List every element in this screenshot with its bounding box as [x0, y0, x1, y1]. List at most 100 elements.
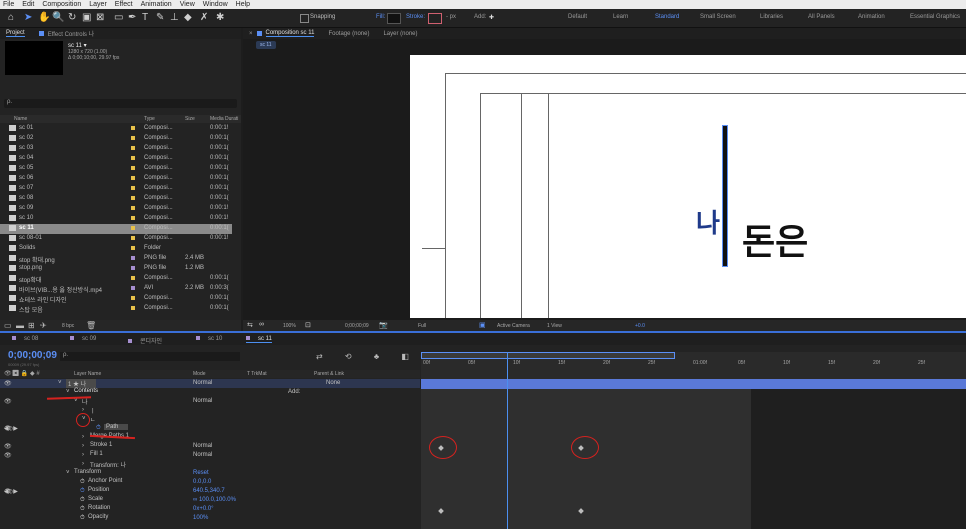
timeline-row[interactable]: › Transform: 나 [0, 460, 420, 469]
layer-row-name[interactable]: Scale [88, 496, 103, 502]
layer-row-name[interactable]: ㄴ [90, 415, 96, 424]
work-area-bar[interactable] [421, 352, 675, 359]
project-item[interactable]: sc 08-01 Composi... 0:00:1! [0, 234, 232, 244]
visibility-eye-icon[interactable]: 👁 [4, 380, 12, 387]
project-item[interactable]: 스탑 모음 Composi... 0:00:1( [0, 304, 232, 314]
row-mode-value[interactable]: Reset [193, 470, 209, 476]
tab-footage[interactable]: Footage (none) [328, 31, 369, 37]
layer-row-name[interactable]: Rotation [88, 505, 110, 511]
views-dropdown[interactable]: 1 View [547, 323, 562, 329]
twirl-icon[interactable]: ˅ [74, 398, 78, 404]
camera-tool-icon[interactable]: ▣ [82, 12, 91, 23]
brush-tool-icon[interactable]: ✎ [156, 12, 164, 23]
project-item[interactable]: Solids Folder [0, 244, 232, 254]
pan-behind-icon[interactable]: ⊠ [96, 12, 104, 23]
twirl-icon[interactable]: › [82, 452, 84, 458]
layer-row-name[interactable]: Transform: 나 [90, 460, 126, 469]
project-item[interactable]: sc 05 Composi... 0:00:1( [0, 164, 232, 174]
label-color[interactable] [131, 176, 135, 180]
timeline-row[interactable]: 👁 › Stroke 1 Normal [0, 442, 420, 451]
workspace-3[interactable]: Small Screen [700, 14, 736, 20]
bit-depth-button[interactable]: 8 bpc [62, 323, 74, 329]
col-duration[interactable]: Media Durati [210, 116, 238, 122]
label-color[interactable] [131, 146, 135, 150]
keyframe-nav-icon[interactable]: ◀◇▶ [4, 488, 18, 495]
row-mode-value[interactable]: 640.5,340.7 [193, 488, 225, 494]
visibility-eye-icon[interactable]: 👁 [4, 443, 12, 450]
timeline-row[interactable]: ›Merge Paths 1 [0, 433, 420, 442]
stopwatch-icon[interactable]: ⏱ [80, 506, 85, 513]
visibility-eye-icon[interactable]: 👁 [4, 452, 12, 459]
layer-row-name[interactable]: Stroke 1 [90, 442, 112, 448]
timeline-row[interactable]: ⏱ Scale ∞ 100.0,100.0% [0, 496, 420, 505]
type-tool-icon[interactable]: T [142, 12, 148, 23]
stroke-width[interactable]: - px [446, 14, 456, 20]
timeline-search-input[interactable]: ρ. [60, 352, 240, 361]
workspace-4[interactable]: Libraries [760, 14, 783, 20]
layer-row-name[interactable]: ㅣ [90, 406, 96, 415]
project-item[interactable]: sc 09 Composi... 0:00:1! [0, 204, 232, 214]
shape-text-ni[interactable]: 나 [696, 203, 720, 240]
hand-tool-icon[interactable]: ✋ [38, 12, 50, 23]
row-mode-value[interactable]: ∞ 100.0,100.0% [193, 497, 236, 503]
timeline-tab[interactable]: 콘디자인 [128, 336, 162, 345]
rotate-tool-icon[interactable]: ↻ [68, 12, 76, 23]
col-parent[interactable]: Parent & Link [314, 371, 344, 377]
timeline-row[interactable]: 👁 › Fill 1 Normal [0, 451, 420, 460]
timeline-row[interactable]: 👁 ˅ 1 ★ 나 Normal None [0, 379, 420, 388]
time-graph[interactable]: 00f 05f 10f 15f 20f 25f 01:00f 05f 10f 15f 20f 25f [421, 352, 966, 529]
timeline-row[interactable]: 👁 ◀◇▶ ⏱ Position 640.5,340.7 [0, 487, 420, 496]
current-time-indicator[interactable] [507, 352, 508, 529]
twirl-icon[interactable]: › [82, 434, 84, 440]
timeline-timecode[interactable]: 0;00;00;09 [8, 350, 57, 361]
snapshot-icon[interactable]: 📷 [379, 321, 388, 329]
timeline-row[interactable]: › ㅣ [0, 406, 420, 415]
timeline-tab[interactable]: sc 10 [196, 336, 222, 342]
composition-canvas[interactable]: 나 돈은 [410, 55, 966, 318]
menu-item-7[interactable]: Window [203, 1, 228, 8]
parent-dropdown[interactable]: None [326, 380, 340, 386]
project-item[interactable]: sc 03 Composi... 0:00:1( [0, 144, 232, 154]
row-mode-value[interactable]: 0x+0.0° [193, 506, 214, 512]
selected-shape-stroke[interactable] [722, 125, 728, 267]
label-color[interactable] [131, 156, 135, 160]
tab-effect-controls[interactable]: Effect Controls 나 [48, 29, 94, 38]
menu-item-1[interactable]: Edit [22, 1, 34, 8]
tab-project[interactable]: Project [6, 30, 25, 37]
twirl-icon[interactable]: ˅ [66, 389, 70, 395]
new-comp-icon[interactable]: ⊞ [28, 321, 35, 330]
label-color[interactable] [131, 196, 135, 200]
twirl-icon[interactable]: › [82, 443, 84, 449]
vr-goggles-icon[interactable]: ∞ [259, 321, 264, 328]
snapping-checkbox[interactable] [300, 14, 309, 23]
resolution-icon[interactable]: ⊡ [305, 321, 311, 329]
always-preview-icon[interactable]: ⇆ [247, 321, 253, 329]
row-mode-value[interactable]: Normal [193, 398, 212, 404]
label-color[interactable] [131, 296, 135, 300]
comp-breadcrumb[interactable]: sc 11 [256, 41, 276, 49]
tab-layer[interactable]: Layer (none) [383, 31, 417, 37]
layer-duration-bar[interactable] [421, 379, 966, 389]
label-color[interactable] [131, 186, 135, 190]
twirl-icon[interactable]: › [82, 461, 84, 467]
timeline-row[interactable]: ⏱ Opacity 100% [0, 514, 420, 523]
add-button[interactable]: Add: [474, 14, 486, 20]
workspace-1[interactable]: Learn [613, 14, 628, 20]
label-color[interactable] [131, 236, 135, 240]
col-mode[interactable]: Mode [193, 371, 206, 377]
project-item[interactable]: sc 04 Composi... 0:00:1( [0, 154, 232, 164]
col-size[interactable]: Size [185, 116, 195, 122]
exposure-offset[interactable]: +0.0 [635, 323, 645, 329]
roto-brush-icon[interactable]: ✗ [200, 12, 208, 23]
menu-item-6[interactable]: View [180, 1, 195, 8]
close-tab-icon[interactable]: × [249, 31, 253, 37]
eraser-tool-icon[interactable]: ◆ [184, 12, 192, 23]
label-color[interactable] [131, 256, 135, 260]
project-item[interactable]: sc 08 Composi... 0:00:1( [0, 194, 232, 204]
layer-row-name[interactable]: Transform [74, 469, 101, 475]
label-color[interactable] [131, 216, 135, 220]
menu-item-4[interactable]: Effect [115, 1, 133, 8]
twirl-icon[interactable]: ˅ [66, 470, 70, 476]
project-item[interactable]: sc 02 Composi... 0:00:1( [0, 134, 232, 144]
project-item[interactable]: sc 07 Composi... 0:00:1( [0, 184, 232, 194]
